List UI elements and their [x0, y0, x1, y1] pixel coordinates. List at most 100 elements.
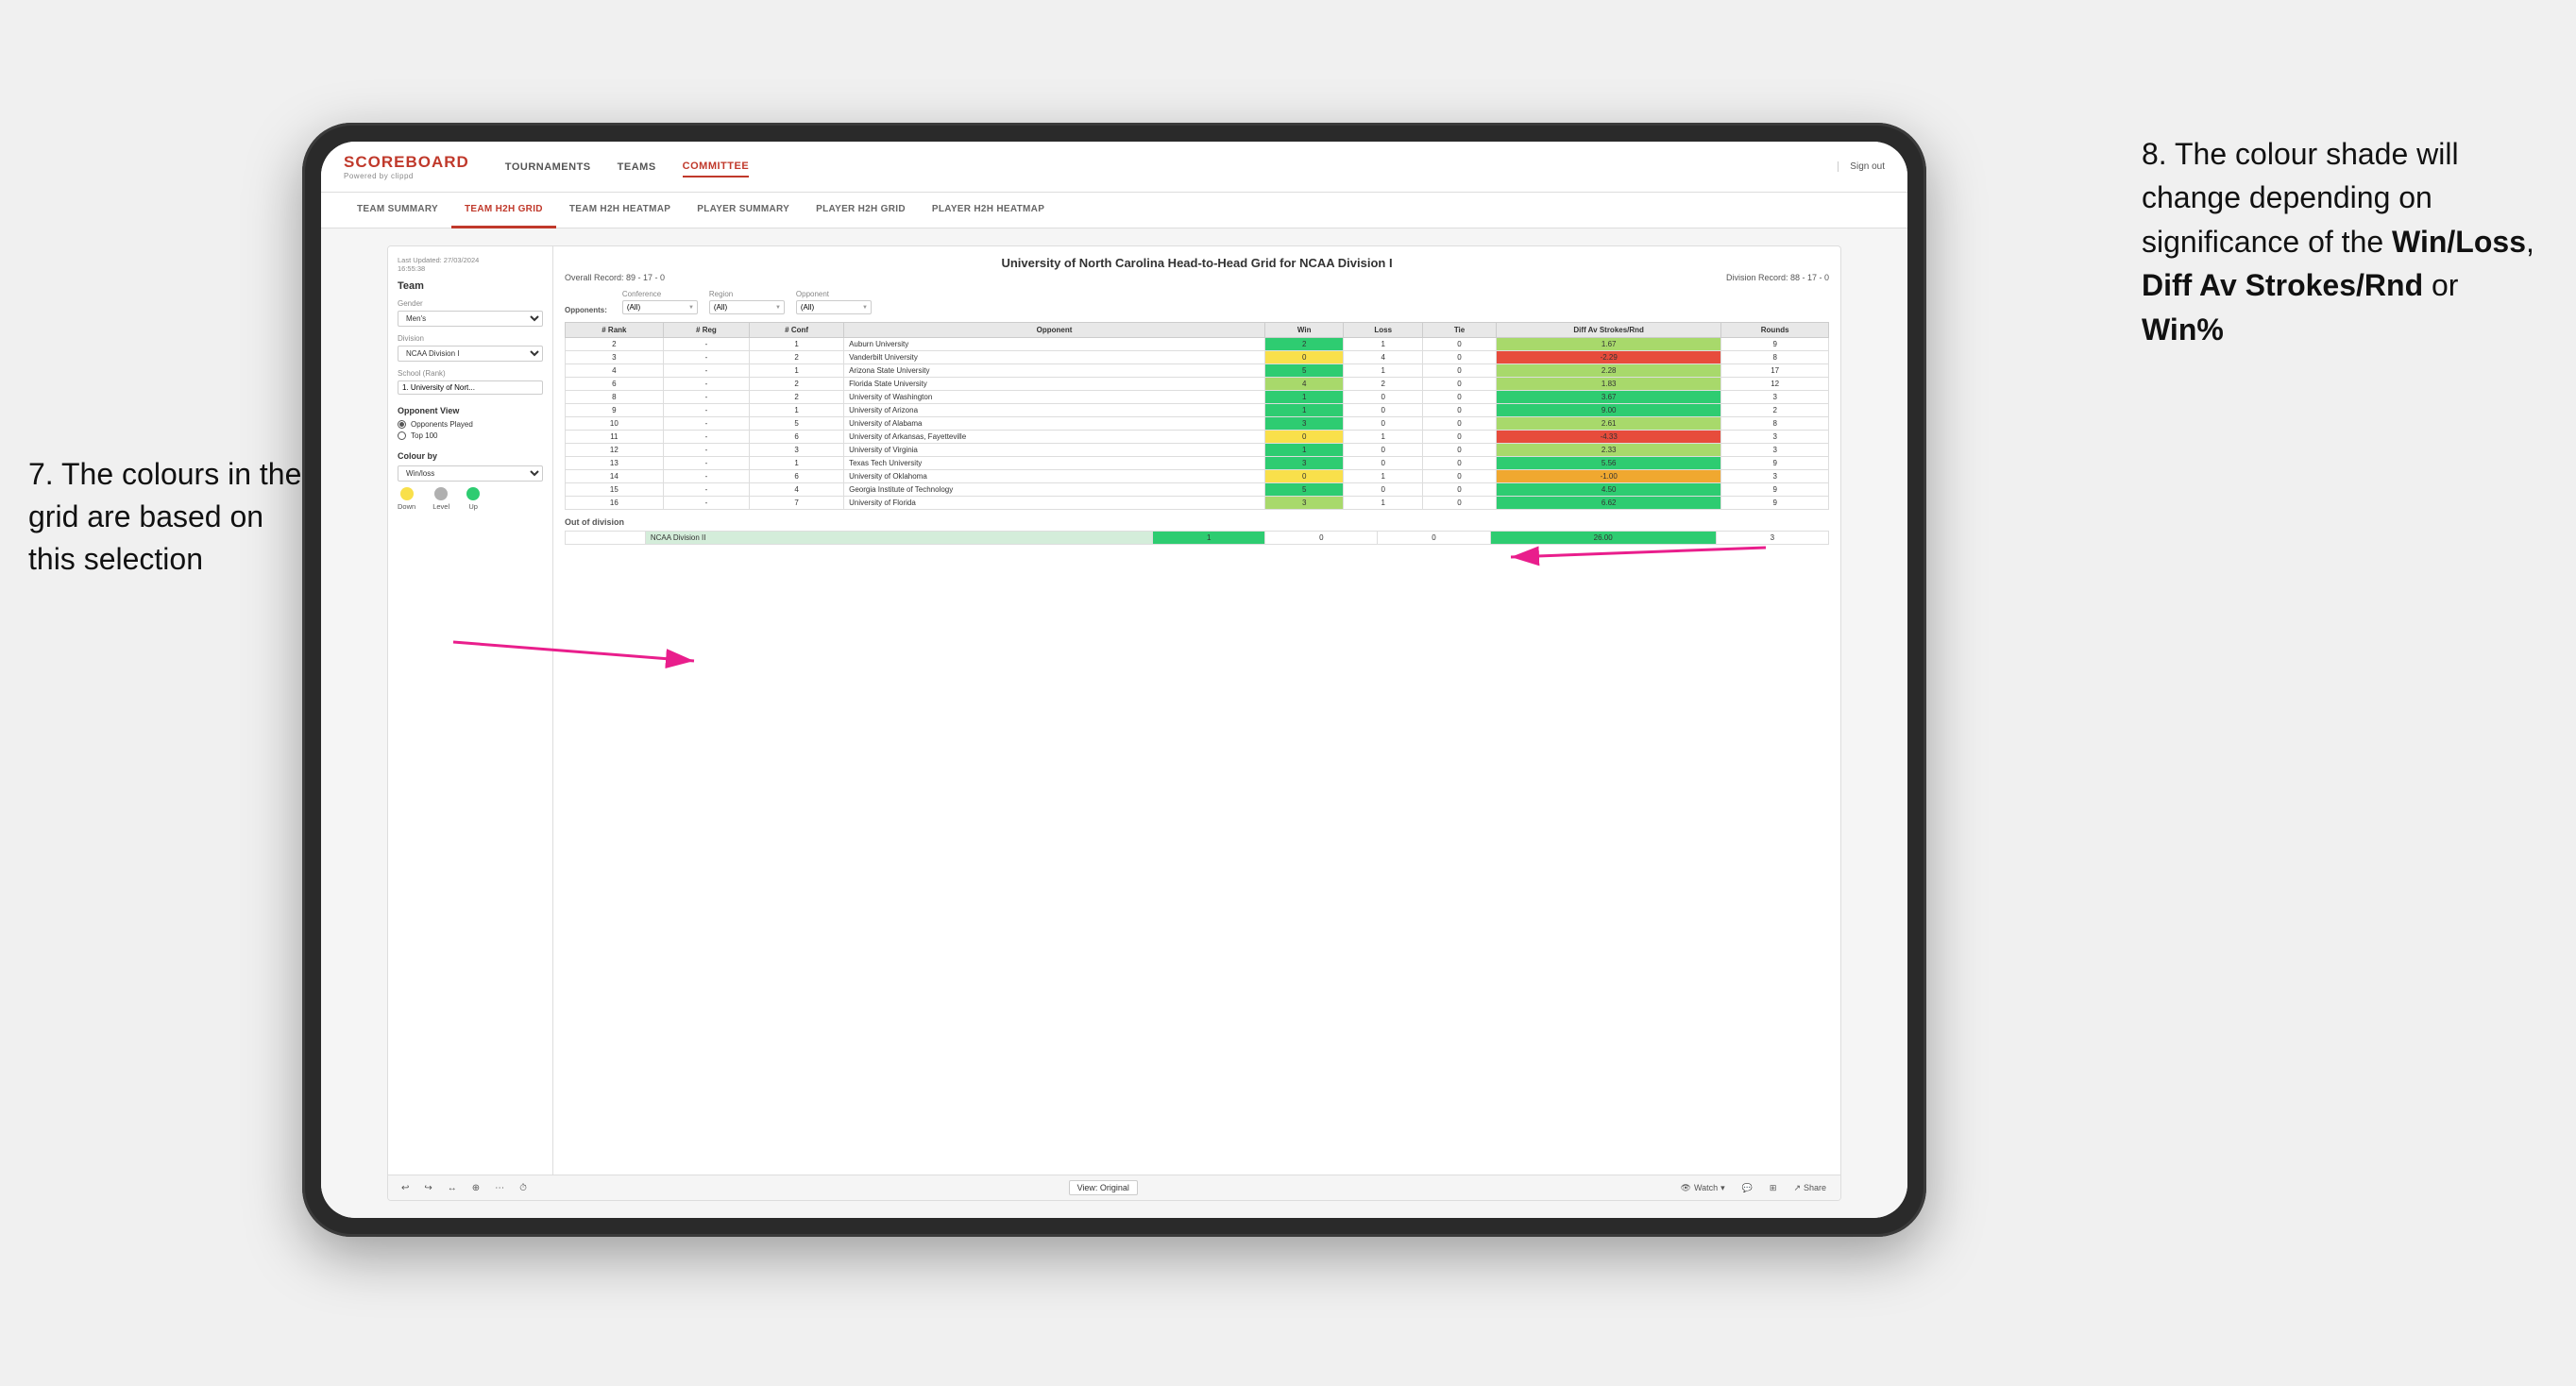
toolbar-undo[interactable]: ↩ — [398, 1181, 413, 1195]
table-row: 9 - 1 University of Arizona 1 0 0 9.00 2 — [566, 404, 1829, 417]
cell-reg: - — [663, 497, 749, 510]
cell-opponent: University of Virginia — [844, 444, 1265, 457]
tableau-content: Last Updated: 27/03/2024 16:55:38 Team G… — [388, 246, 1840, 1175]
legend-down-circle — [400, 487, 414, 500]
colour-by-select[interactable]: Win/loss — [398, 465, 543, 482]
cell-rounds: 8 — [1721, 351, 1829, 364]
cell-reg: - — [663, 457, 749, 470]
sub-nav-team-h2h-heatmap[interactable]: TEAM H2H HEATMAP — [556, 193, 684, 228]
cell-loss: 1 — [1344, 470, 1423, 483]
cell-rank: 8 — [566, 391, 664, 404]
sub-nav-player-h2h-heatmap[interactable]: PLAYER H2H HEATMAP — [919, 193, 1058, 228]
cell-loss: 0 — [1344, 417, 1423, 431]
ood-diff: 26.00 — [1490, 532, 1716, 545]
nav-teams[interactable]: TEAMS — [618, 158, 656, 177]
tablet-frame: SCOREBOARD Powered by clippd TOURNAMENTS… — [302, 123, 1926, 1237]
cell-diff: 2.61 — [1497, 417, 1721, 431]
sign-out-button[interactable]: Sign out — [1838, 161, 1885, 172]
toolbar-back[interactable]: ↔ — [444, 1181, 461, 1195]
sub-nav-player-h2h-grid[interactable]: PLAYER H2H GRID — [803, 193, 919, 228]
grid-title: University of North Carolina Head-to-Hea… — [565, 256, 1829, 270]
cell-conf: 5 — [750, 417, 844, 431]
cell-win: 1 — [1264, 404, 1344, 417]
cell-opponent: Georgia Institute of Technology — [844, 483, 1265, 497]
cell-conf: 2 — [750, 391, 844, 404]
colour-by-title: Colour by — [398, 451, 543, 461]
logo-text: SCOREBOARD — [344, 153, 469, 172]
legend-down: Down — [398, 487, 415, 511]
th-loss: Loss — [1344, 323, 1423, 338]
nav-committee[interactable]: COMMITTEE — [683, 157, 750, 177]
cell-rounds: 3 — [1721, 470, 1829, 483]
grid-button[interactable]: ⊞ — [1765, 1181, 1782, 1195]
legend-up-label: Up — [468, 502, 478, 511]
watch-button[interactable]: 👁 Watch ▾ — [1676, 1181, 1730, 1195]
cell-loss: 0 — [1344, 457, 1423, 470]
toolbar-clock[interactable]: ⏱ — [516, 1181, 531, 1195]
table-row: 11 - 6 University of Arkansas, Fayettevi… — [566, 431, 1829, 444]
gender-select[interactable]: Men's — [398, 311, 543, 327]
legend-level-label: Level — [432, 502, 449, 511]
cell-opponent: University of Washington — [844, 391, 1265, 404]
cell-tie: 0 — [1423, 351, 1497, 364]
comment-button[interactable]: 💬 — [1737, 1181, 1757, 1195]
cell-conf: 4 — [750, 483, 844, 497]
cell-win: 5 — [1264, 364, 1344, 378]
cell-rounds: 2 — [1721, 404, 1829, 417]
region-filter: Region (All) — [709, 290, 785, 314]
cell-rank: 10 — [566, 417, 664, 431]
share-button[interactable]: ↗ Share — [1788, 1181, 1831, 1195]
toolbar-redo[interactable]: ↪ — [420, 1181, 435, 1195]
sub-nav-team-h2h-grid[interactable]: TEAM H2H GRID — [451, 193, 556, 228]
cell-reg: - — [663, 431, 749, 444]
toolbar-more[interactable]: ⋯ — [491, 1181, 508, 1195]
cell-rounds: 9 — [1721, 483, 1829, 497]
cell-rounds: 3 — [1721, 444, 1829, 457]
data-table: # Rank # Reg # Conf Opponent Win Loss Ti… — [565, 322, 1829, 510]
cell-conf: 7 — [750, 497, 844, 510]
division-select[interactable]: NCAA Division I — [398, 346, 543, 362]
radio-opponents-played-dot — [398, 420, 406, 429]
cell-rounds: 9 — [1721, 338, 1829, 351]
table-row: 15 - 4 Georgia Institute of Technology 5… — [566, 483, 1829, 497]
opponent-select[interactable]: (All) — [796, 300, 872, 314]
sub-nav-player-summary[interactable]: PLAYER SUMMARY — [684, 193, 803, 228]
radio-top100[interactable]: Top 100 — [398, 431, 543, 440]
radio-top100-label: Top 100 — [411, 431, 437, 440]
cell-loss: 2 — [1344, 378, 1423, 391]
logo-area: SCOREBOARD Powered by clippd — [344, 153, 469, 180]
radio-opponents-played-label: Opponents Played — [411, 420, 473, 429]
annotation-right: 8. The colour shade will change dependin… — [2142, 132, 2548, 351]
cell-rank: 11 — [566, 431, 664, 444]
toolbar-copy[interactable]: ⊕ — [468, 1181, 483, 1195]
cell-opponent: Arizona State University — [844, 364, 1265, 378]
radio-opponents-played[interactable]: Opponents Played — [398, 420, 543, 429]
table-row: 3 - 2 Vanderbilt University 0 4 0 -2.29 … — [566, 351, 1829, 364]
cell-diff: 2.33 — [1497, 444, 1721, 457]
region-select[interactable]: (All) — [709, 300, 785, 314]
cell-diff: 1.83 — [1497, 378, 1721, 391]
cell-win: 3 — [1264, 457, 1344, 470]
cell-rank: 16 — [566, 497, 664, 510]
cell-reg: - — [663, 417, 749, 431]
cell-tie: 0 — [1423, 457, 1497, 470]
opponent-filter: Opponent (All) — [796, 290, 872, 314]
cell-win: 1 — [1264, 391, 1344, 404]
school-input[interactable] — [398, 380, 543, 395]
main-card: Last Updated: 27/03/2024 16:55:38 Team G… — [387, 245, 1841, 1201]
nav-tournaments[interactable]: TOURNAMENTS — [505, 158, 591, 177]
cell-tie: 0 — [1423, 364, 1497, 378]
conference-select[interactable]: (All) — [622, 300, 698, 314]
table-row: 8 - 2 University of Washington 1 0 0 3.6… — [566, 391, 1829, 404]
cell-tie: 0 — [1423, 378, 1497, 391]
cell-loss: 0 — [1344, 444, 1423, 457]
th-diff: Diff Av Strokes/Rnd — [1497, 323, 1721, 338]
cell-conf: 6 — [750, 431, 844, 444]
sub-nav-team-summary[interactable]: TEAM SUMMARY — [344, 193, 451, 228]
grid-records: Overall Record: 89 - 17 - 0 Division Rec… — [565, 273, 1829, 282]
cell-rank: 12 — [566, 444, 664, 457]
annotation-left: 7. The colours in the grid are based on … — [28, 453, 302, 580]
th-conf: # Conf — [750, 323, 844, 338]
view-original-button[interactable]: View: Original — [1069, 1180, 1138, 1195]
cell-diff: -2.29 — [1497, 351, 1721, 364]
